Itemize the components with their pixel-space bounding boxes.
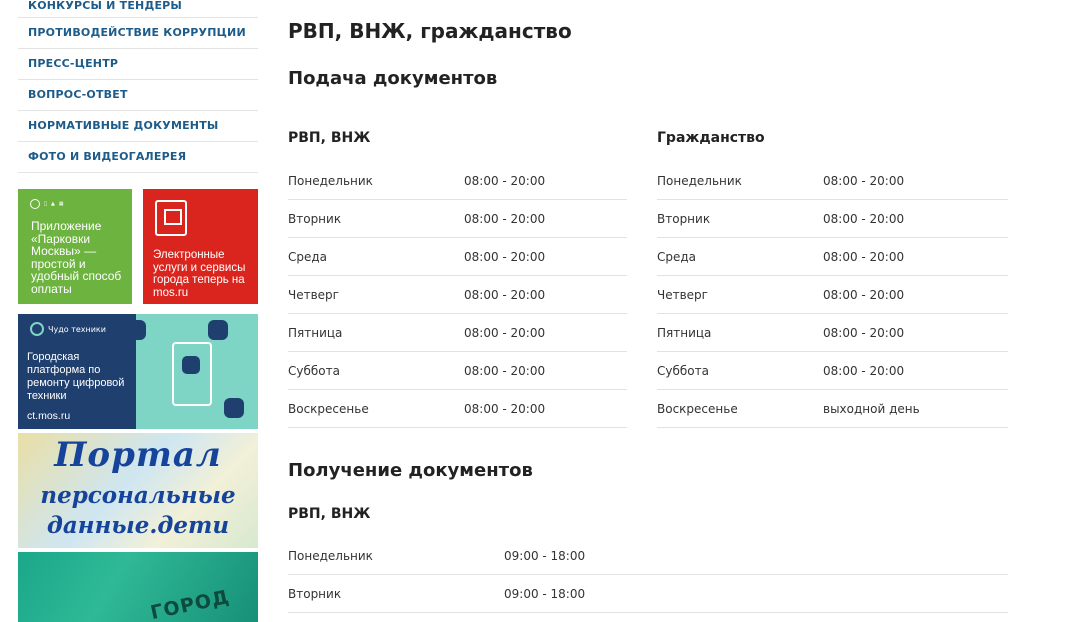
time-value: 08:00 - 20:00	[823, 212, 905, 226]
nav-item-press-center[interactable]: ПРЕСС-ЦЕНТР	[18, 49, 258, 80]
schedule-row: Среда 08:00 - 20:00	[288, 238, 627, 276]
chudo-tekhniki-banner[interactable]: Чудо техники Городская платформа по ремо…	[18, 314, 258, 429]
time-value: 08:00 - 20:00	[823, 174, 905, 188]
time-value: 08:00 - 20:00	[823, 288, 905, 302]
nav-item-faq[interactable]: ВОПРОС-ОТВЕТ	[18, 80, 258, 111]
clover-icon	[208, 320, 228, 340]
schedule-row: Пятница 08:00 - 20:00	[657, 314, 1008, 352]
day-label: Вторник	[288, 587, 342, 601]
clover-icon	[126, 320, 146, 340]
rvp-receipt-table: Понедельник 09:00 - 18:00 Вторник 09:00 - …	[288, 537, 1008, 613]
page-title: РВП, ВНЖ, гражданство	[288, 19, 572, 43]
schedule-row: Понедельник 09:00 - 18:00	[288, 537, 1008, 575]
day-label: Вторник	[657, 212, 711, 226]
mosru-device-icon	[155, 200, 187, 236]
day-label: Суббота	[288, 364, 340, 378]
parking-app-banner[interactable]:  ▲ ▦ Приложение «Парковки Москвы» — про…	[18, 189, 132, 304]
time-value: 08:00 - 20:00	[464, 402, 546, 416]
chudo-logo-text: Чудо техники	[48, 324, 106, 334]
day-label: Четверг	[288, 288, 339, 302]
city-banner-text: ГОРОД	[148, 585, 232, 622]
schedule-row: Четверг 08:00 - 20:00	[657, 276, 1008, 314]
day-label: Воскресенье	[657, 402, 738, 416]
time-value: 08:00 - 20:00	[464, 288, 546, 302]
schedule-row: Понедельник 08:00 - 20:00	[657, 162, 1008, 200]
time-value: 08:00 - 20:00	[464, 212, 546, 226]
schedule-row: Вторник 09:00 - 18:00	[288, 575, 1008, 613]
day-label: Воскресенье	[288, 402, 369, 416]
time-value: выходной день	[823, 402, 920, 416]
banner-row:  ▲ ▦ Приложение «Парковки Москвы» — про…	[18, 189, 258, 304]
schedule-row: Четверг 08:00 - 20:00	[288, 276, 627, 314]
chudo-banner-left: Чудо техники Городская платформа по ремо…	[18, 314, 136, 429]
schedule-row: Вторник 08:00 - 20:00	[288, 200, 627, 238]
sidebar: КОНКУРСЫ И ТЕНДЕРЫ ПРОТИВОДЕЙСТВИЕ КОРРУ…	[18, 0, 258, 622]
citizenship-submission-table: Понедельник 08:00 - 20:00 Вторник 08:00 - …	[657, 162, 1008, 428]
day-label: Понедельник	[657, 174, 742, 188]
receipt-heading: Получение документов	[288, 460, 533, 481]
chudo-logo: Чудо техники	[30, 322, 106, 336]
time-value: 08:00 - 20:00	[823, 364, 905, 378]
chudo-banner-text: Городская платформа по ремонту цифровой …	[27, 351, 125, 402]
mosru-banner[interactable]: Электронные услуги и сервисы города тепе…	[143, 189, 258, 304]
time-value: 08:00 - 20:00	[464, 250, 546, 264]
day-label: Вторник	[288, 212, 342, 226]
day-label: Пятница	[288, 326, 343, 340]
rvp-receipt-title: РВП, ВНЖ	[288, 506, 371, 522]
rvp-submission-table: Понедельник 08:00 - 20:00 Вторник 08:00 - …	[288, 162, 627, 428]
apple-icon: 	[44, 201, 47, 207]
nav-item-anticorruption[interactable]: ПРОТИВОДЕЙСТВИЕ КОРРУПЦИИ	[18, 18, 258, 49]
time-value: 08:00 - 20:00	[464, 364, 546, 378]
day-label: Среда	[657, 250, 697, 264]
sidebar-nav: КОНКУРСЫ И ТЕНДЕРЫ ПРОТИВОДЕЙСТВИЕ КОРРУ…	[18, 0, 258, 173]
schedule-row: Суббота 08:00 - 20:00	[657, 352, 1008, 390]
time-value: 09:00 - 18:00	[504, 549, 586, 563]
chudo-banner-art	[126, 314, 258, 429]
portal-line-3: данные.дети	[46, 512, 230, 539]
rvp-submission-title: РВП, ВНЖ	[288, 130, 371, 146]
portal-line-1: Портал	[54, 435, 222, 475]
day-label: Суббота	[657, 364, 709, 378]
android-icon: ▲	[48, 201, 55, 207]
portal-line-2: персональные	[40, 482, 236, 509]
portal-personal-data-banner[interactable]: Портал персональные данные.дети	[18, 433, 258, 548]
schedule-row: Суббота 08:00 - 20:00	[288, 352, 627, 390]
schedule-row: Среда 08:00 - 20:00	[657, 238, 1008, 276]
time-value: 08:00 - 20:00	[464, 326, 546, 340]
flower-icon	[30, 322, 44, 336]
citizenship-submission-title: Гражданство	[657, 130, 765, 146]
city-banner[interactable]: ГОРОД	[18, 552, 258, 622]
nav-item-gallery[interactable]: ФОТО И ВИДЕОГАЛЕРЕЯ	[18, 142, 258, 173]
schedule-row: Воскресенье выходной день	[657, 390, 1008, 428]
day-label: Пятница	[657, 326, 712, 340]
time-value: 09:00 - 18:00	[504, 587, 586, 601]
parking-banner-text: Приложение «Парковки Москвы» — простой и…	[31, 219, 122, 296]
schedule-row: Воскресенье 08:00 - 20:00	[288, 390, 627, 428]
tablet-icon	[172, 342, 212, 406]
submission-heading: Подача документов	[288, 68, 498, 89]
schedule-row: Вторник 08:00 - 20:00	[657, 200, 1008, 238]
schedule-row: Понедельник 08:00 - 20:00	[288, 162, 627, 200]
nav-item-tenders[interactable]: КОНКУРСЫ И ТЕНДЕРЫ	[18, 0, 258, 18]
day-label: Понедельник	[288, 174, 373, 188]
nav-item-regulations[interactable]: НОРМАТИВНЫЕ ДОКУМЕНТЫ	[18, 111, 258, 142]
parking-logo-icon	[30, 199, 40, 209]
windows-icon: ▦	[55, 201, 64, 207]
time-value: 08:00 - 20:00	[464, 174, 546, 188]
time-value: 08:00 - 20:00	[823, 250, 905, 264]
day-label: Четверг	[657, 288, 708, 302]
time-value: 08:00 - 20:00	[823, 326, 905, 340]
clover-icon	[224, 398, 244, 418]
parking-logo:  ▲ ▦	[30, 199, 64, 209]
mosru-banner-text: Электронные услуги и сервисы города тепе…	[153, 249, 246, 299]
day-label: Понедельник	[288, 549, 373, 563]
chudo-banner-url: ct.mos.ru	[27, 410, 71, 422]
schedule-row: Пятница 08:00 - 20:00	[288, 314, 627, 352]
day-label: Среда	[288, 250, 328, 264]
